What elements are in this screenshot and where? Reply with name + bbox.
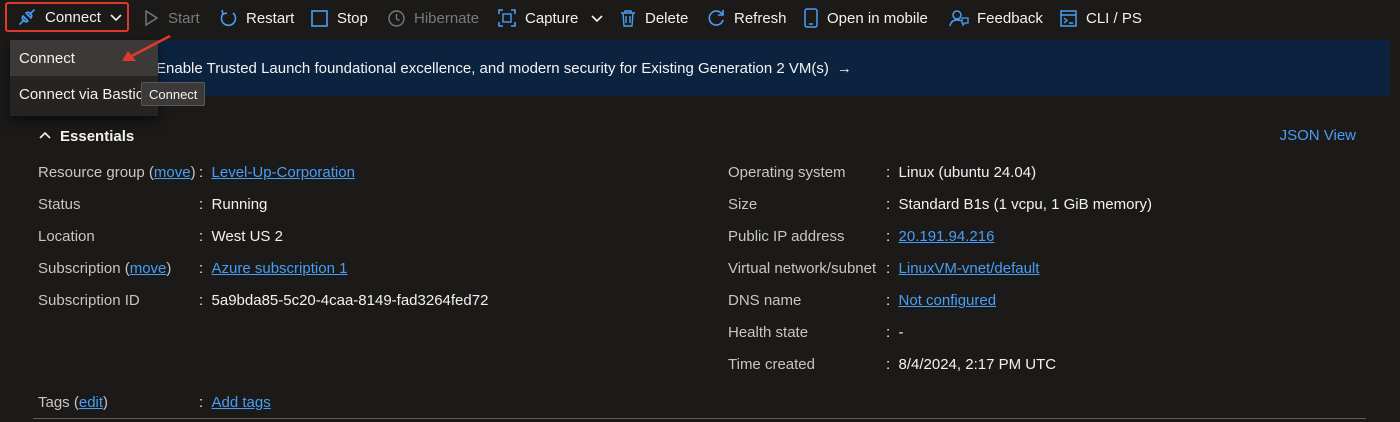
dns-link[interactable]: Not configured bbox=[899, 292, 997, 309]
mobile-icon bbox=[804, 8, 818, 28]
essentials-title: Essentials bbox=[60, 127, 135, 145]
tags-edit-link[interactable]: edit bbox=[79, 394, 103, 411]
connect-button-label: Connect bbox=[45, 8, 101, 26]
resource-group-row: Resource group (move) bbox=[38, 164, 196, 181]
essentials-toggle[interactable]: Essentials bbox=[38, 125, 134, 147]
chevron-up-icon bbox=[39, 131, 51, 139]
open-in-mobile-button[interactable]: Open in mobile bbox=[803, 0, 928, 36]
health-value-row: : - bbox=[886, 324, 904, 341]
start-button[interactable]: Start bbox=[142, 0, 200, 36]
status-value-row: : Running bbox=[199, 196, 268, 213]
feedback-button[interactable]: Feedback bbox=[949, 0, 1043, 36]
delete-label: Delete bbox=[645, 9, 689, 27]
subscription-id-value-row: : 5a9bda85-5c20-4caa-8149-fad3264fed72 bbox=[199, 292, 489, 309]
resource-group-value-row: : Level-Up-Corporation bbox=[199, 164, 355, 181]
health-label: Health state bbox=[728, 324, 809, 341]
vnet-label: Virtual network/subnet bbox=[728, 260, 877, 277]
os-label: Operating system bbox=[728, 164, 846, 181]
size-label: Size bbox=[728, 196, 758, 213]
stop-label: Stop bbox=[337, 9, 368, 27]
resource-group-link[interactable]: Level-Up-Corporation bbox=[212, 164, 355, 181]
restart-label: Restart bbox=[246, 9, 295, 27]
resource-group-move-link[interactable]: move bbox=[154, 164, 191, 181]
json-view-link[interactable]: JSON View bbox=[1280, 125, 1356, 147]
time-created-value: 8/4/2024, 2:17 PM UTC bbox=[898, 356, 1057, 373]
size-value: Standard B1s (1 vcpu, 1 GiB memory) bbox=[898, 196, 1152, 213]
chevron-down-icon bbox=[591, 15, 603, 23]
subscription-label: Subscription bbox=[38, 260, 121, 277]
command-bar: Connect Start Restart Stop Hibernate Cap… bbox=[0, 0, 1400, 36]
restart-button[interactable]: Restart bbox=[219, 0, 294, 36]
hibernate-button[interactable]: Hibernate bbox=[387, 0, 479, 36]
banner-text: Enable Trusted Launch foundational excel… bbox=[156, 59, 829, 77]
start-label: Start bbox=[168, 9, 200, 27]
tags-value-row: : Add tags bbox=[199, 394, 271, 411]
subscription-id-label: Subscription ID bbox=[38, 292, 140, 309]
stop-icon bbox=[311, 9, 328, 27]
refresh-button[interactable]: Refresh bbox=[706, 0, 787, 36]
divider bbox=[33, 418, 1366, 419]
os-value-row: : Linux (ubuntu 24.04) bbox=[886, 164, 1037, 181]
trash-icon bbox=[621, 9, 635, 27]
health-value: - bbox=[898, 324, 904, 341]
delete-button[interactable]: Delete bbox=[619, 0, 688, 36]
annotation-arrow-icon bbox=[122, 34, 171, 62]
trusted-launch-banner[interactable]: Enable Trusted Launch foundational excel… bbox=[10, 40, 1390, 96]
capture-icon bbox=[498, 9, 516, 27]
menu-item-connect-via-bastion[interactable]: Connect via Bastion bbox=[10, 76, 158, 112]
cli-icon bbox=[1060, 9, 1077, 27]
vnet-value-row: : LinuxVM-vnet/default bbox=[886, 260, 1040, 277]
subscription-id-value: 5a9bda85-5c20-4caa-8149-fad3264fed72 bbox=[211, 292, 489, 309]
public-ip-value-row: : 20.191.94.216 bbox=[886, 228, 995, 245]
capture-button[interactable]: Capture bbox=[497, 0, 604, 36]
size-value-row: : Standard B1s (1 vcpu, 1 GiB memory) bbox=[886, 196, 1152, 213]
open-in-mobile-label: Open in mobile bbox=[827, 9, 928, 27]
feedback-icon bbox=[949, 10, 969, 27]
tags-row: Tags (edit) bbox=[38, 394, 109, 411]
time-created-label: Time created bbox=[728, 356, 815, 373]
chevron-down-icon bbox=[110, 14, 122, 22]
cli-ps-label: CLI / PS bbox=[1086, 9, 1142, 27]
time-created-value-row: : 8/4/2024, 2:17 PM UTC bbox=[886, 356, 1057, 373]
add-tags-link[interactable]: Add tags bbox=[212, 394, 271, 411]
public-ip-label: Public IP address bbox=[728, 228, 845, 245]
tags-label: Tags bbox=[38, 394, 70, 411]
location-value-row: : West US 2 bbox=[199, 228, 283, 245]
public-ip-link[interactable]: 20.191.94.216 bbox=[899, 228, 995, 245]
resource-group-label: Resource group bbox=[38, 164, 145, 181]
feedback-label: Feedback bbox=[977, 9, 1043, 27]
stop-button[interactable]: Stop bbox=[310, 0, 368, 36]
status-label: Status bbox=[38, 196, 81, 213]
play-icon bbox=[145, 9, 159, 27]
capture-label: Capture bbox=[525, 9, 579, 27]
restart-icon bbox=[220, 9, 237, 26]
arrow-right-icon: → bbox=[836, 59, 852, 77]
status-value: Running bbox=[211, 196, 268, 213]
connect-button[interactable]: Connect bbox=[5, 2, 129, 32]
subscription-row: Subscription (move) bbox=[38, 260, 172, 277]
location-value: West US 2 bbox=[211, 228, 283, 245]
refresh-icon bbox=[708, 10, 724, 26]
subscription-value-row: : Azure subscription 1 bbox=[199, 260, 348, 277]
hibernate-label: Hibernate bbox=[414, 9, 480, 27]
subscription-move-link[interactable]: move bbox=[130, 260, 167, 277]
plug-icon bbox=[19, 9, 35, 25]
location-label: Location bbox=[38, 228, 95, 245]
connect-tooltip: Connect bbox=[141, 82, 206, 106]
os-value: Linux (ubuntu 24.04) bbox=[898, 164, 1037, 181]
vnet-link[interactable]: LinuxVM-vnet/default bbox=[899, 260, 1040, 277]
clock-icon bbox=[388, 9, 405, 27]
refresh-label: Refresh bbox=[734, 9, 787, 27]
dns-label: DNS name bbox=[728, 292, 802, 309]
subscription-link[interactable]: Azure subscription 1 bbox=[212, 260, 348, 277]
cli-ps-button[interactable]: CLI / PS bbox=[1059, 0, 1142, 36]
dns-value-row: : Not configured bbox=[886, 292, 997, 309]
